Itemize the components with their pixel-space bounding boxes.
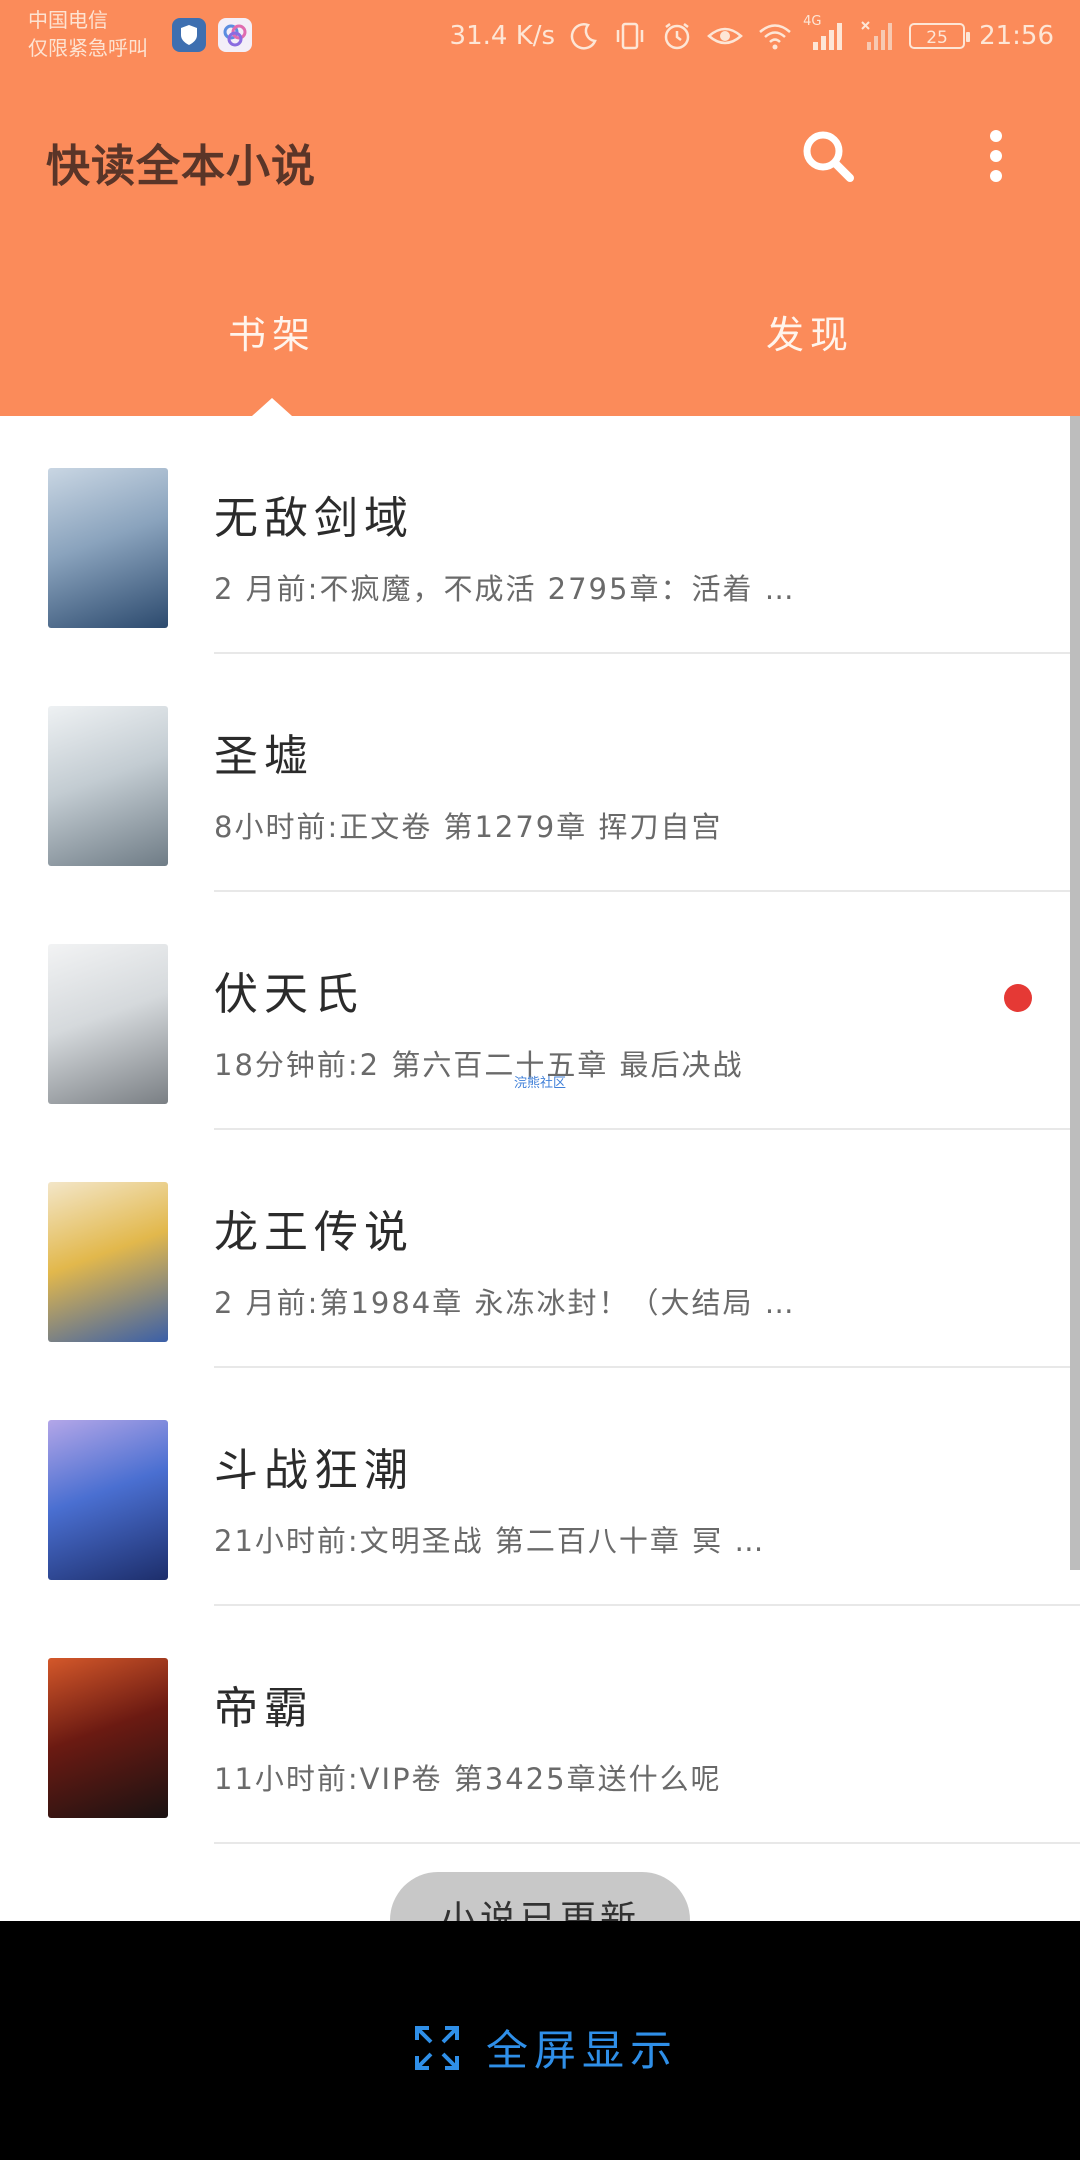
status-icons: 31.4 K/s 4G 25 21:56: [450, 14, 1054, 58]
book-cover[interactable]: [48, 1182, 168, 1342]
book-title: 圣墟: [214, 731, 314, 782]
app-notification-icon: [218, 18, 252, 52]
carrier-status: 仅限紧急呼叫: [28, 36, 148, 60]
search-icon: [803, 131, 854, 182]
book-latest-chapter: 2 月前:不疯魔，不成活 2795章：活着 …: [214, 572, 796, 606]
book-title: 无敌剑域: [214, 493, 414, 544]
status-bar: 中国电信 仅限紧急呼叫 31.4 K/s 4G 25 21:56: [0, 0, 1080, 72]
book-row[interactable]: 龙王传说 2 月前:第1984章 永冻冰封！（大结局 …: [0, 1130, 1080, 1368]
network-speed: 31.4 K/s: [449, 21, 556, 51]
book-cover[interactable]: [48, 706, 168, 866]
clock: 21:56: [979, 21, 1054, 51]
scrollbar[interactable]: [1070, 416, 1080, 1570]
moon-icon: [570, 23, 597, 50]
watermark: 浣熊社区: [514, 1076, 567, 1091]
more-options-button[interactable]: [972, 124, 1020, 188]
more-vert-icon: [990, 130, 1002, 182]
tab-discover[interactable]: 发现: [660, 304, 960, 359]
tab-bar: 书架 发现: [0, 240, 1080, 416]
book-latest-chapter: 11小时前:VIP卷 第3425章送什么呢: [214, 1762, 722, 1796]
book-row[interactable]: 帝霸 11小时前:VIP卷 第3425章送什么呢: [0, 1606, 1080, 1844]
battery-icon: 25: [909, 23, 971, 49]
eye-icon: [707, 27, 743, 45]
book-latest-chapter: 18分钟前:2 第六百二十五章 最后决战: [214, 1048, 744, 1082]
carrier-info: 中国电信 仅限紧急呼叫: [28, 6, 148, 62]
book-latest-chapter: 21小时前:文明圣战 第二百八十章 冥 …: [214, 1524, 766, 1558]
app-bar: 快读全本小说: [0, 72, 1080, 240]
carrier-name: 中国电信: [28, 8, 108, 32]
alarm-icon: [664, 23, 690, 50]
book-list[interactable]: 无敌剑域 2 月前:不疯魔，不成活 2795章：活着 … 圣墟 8小时前:正文卷 第1…: [0, 416, 1080, 1921]
book-row[interactable]: 圣墟 8小时前:正文卷 第1279章 挥刀自宫: [0, 654, 1080, 892]
book-latest-chapter: 2 月前:第1984章 永冻冰封！（大结局 …: [214, 1286, 796, 1320]
book-cover[interactable]: [48, 1658, 168, 1818]
book-cover[interactable]: [48, 1420, 168, 1580]
no-signal-icon: [861, 21, 893, 50]
book-cover[interactable]: [48, 944, 168, 1104]
book-title: 龙王传说: [214, 1207, 414, 1258]
app-title: 快读全本小说: [46, 141, 316, 192]
search-button[interactable]: [796, 124, 860, 188]
book-title: 斗战狂潮: [214, 1445, 414, 1496]
book-latest-chapter: 8小时前:正文卷 第1279章 挥刀自宫: [214, 810, 723, 844]
navigation-bar: 全屏显示: [0, 1921, 1080, 2160]
book-cover[interactable]: [48, 468, 168, 628]
fullscreen-button[interactable]: 全屏显示: [414, 2017, 678, 2078]
shield-icon: [172, 18, 206, 52]
signal-icon: 4G: [803, 14, 847, 52]
wifi-icon: [759, 24, 791, 50]
update-badge: [1004, 984, 1032, 1012]
book-title: 帝霸: [214, 1683, 314, 1734]
book-row[interactable]: 伏天氏 18分钟前:2 第六百二十五章 最后决战: [0, 892, 1080, 1130]
network-type: 4G: [803, 14, 822, 29]
vibrate-icon: [616, 22, 644, 50]
expand-icon: [415, 2025, 459, 2070]
book-row[interactable]: 无敌剑域 2 月前:不疯魔，不成活 2795章：活着 …: [0, 416, 1080, 654]
battery-level: 25: [926, 28, 948, 48]
fullscreen-label: 全屏显示: [486, 2026, 679, 2075]
tab-indicator: [252, 398, 292, 416]
book-title: 伏天氏: [214, 969, 364, 1020]
tab-bookshelf[interactable]: 书架: [122, 304, 422, 359]
book-row[interactable]: 斗战狂潮 21小时前:文明圣战 第二百八十章 冥 …: [0, 1368, 1080, 1606]
divider: [214, 1842, 1080, 1844]
